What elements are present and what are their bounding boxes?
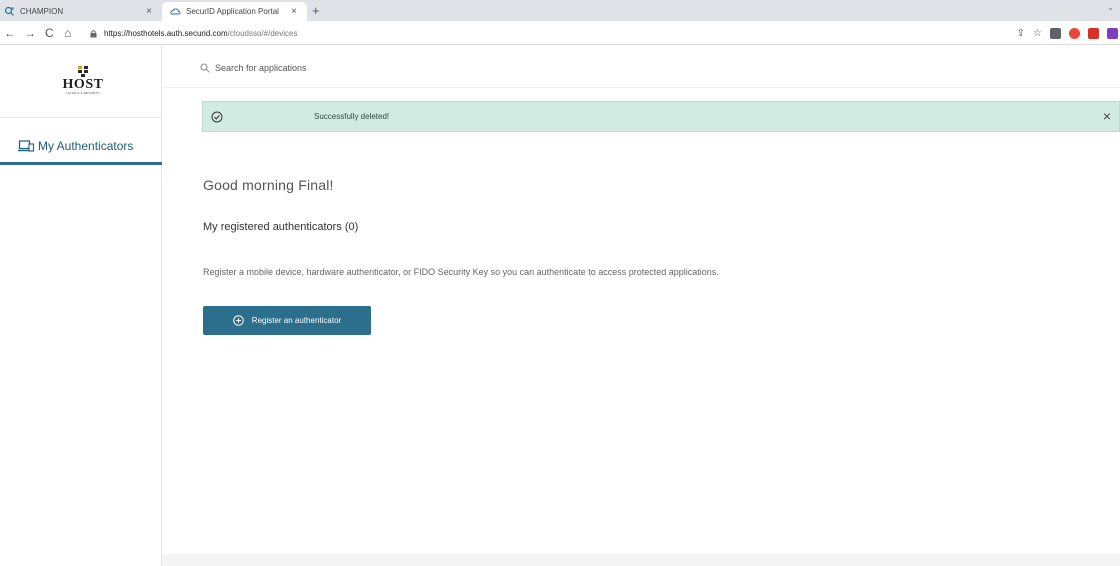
registered-authenticators-heading: My registered authenticators (0)	[203, 221, 359, 233]
logo-text: HOST	[62, 77, 104, 92]
alert-message: Successfully deleted!	[314, 112, 390, 121]
plus-circle-icon	[232, 315, 244, 326]
tab-title: CHAMPION	[20, 7, 64, 16]
search-bar[interactable]: Search for applications	[200, 63, 307, 73]
footer-bar	[162, 554, 1120, 566]
sidebar-item-label: My Authenticators	[38, 138, 134, 153]
host-logo-mark-icon	[78, 66, 88, 77]
main-content: Search for applications Successfully del…	[162, 45, 1120, 566]
check-circle-icon	[211, 111, 223, 122]
new-tab-button[interactable]: +	[312, 2, 320, 19]
tab-title: SecurID Application Portal	[186, 7, 279, 16]
host-logo[interactable]: HOST HOTELS & RESORTS	[58, 65, 108, 95]
tab-close-icon[interactable]: ×	[142, 6, 156, 17]
browser-address-bar: ← → C ⌂ https://hosthotels.auth.securid.…	[0, 21, 1120, 45]
search-favicon-icon	[4, 6, 15, 17]
forward-button[interactable]: →	[24, 25, 36, 41]
url-host: https://hosthotels.auth.securid.com	[104, 28, 228, 38]
header-divider	[162, 87, 1120, 88]
browser-tab-champion[interactable]: CHAMPION ×	[0, 2, 162, 21]
home-button[interactable]: ⌂	[64, 25, 71, 41]
sidebar-divider	[0, 117, 162, 118]
success-alert: Successfully deleted! ×	[202, 101, 1120, 132]
profile-extension-icon[interactable]	[1107, 27, 1118, 39]
sidebar: HOST HOTELS & RESORTS My Authenticators	[0, 45, 162, 566]
devices-icon	[18, 139, 34, 152]
pdf-icon[interactable]	[1088, 27, 1099, 39]
browser-tab-securid[interactable]: SecurID Application Portal ×	[162, 2, 307, 21]
adblock-icon[interactable]	[1069, 27, 1080, 39]
register-button-label: Register an authenticator	[251, 316, 342, 325]
url-field[interactable]: https://hosthotels.auth.securid.com/clou…	[89, 25, 989, 41]
back-button[interactable]: ←	[4, 25, 16, 41]
sidebar-item-my-authenticators[interactable]: My Authenticators	[0, 129, 162, 165]
cloud-favicon-icon	[170, 6, 181, 17]
url-path: /cloudsso/#/devices	[227, 28, 298, 38]
search-icon	[200, 63, 210, 73]
browser-extension-area: ⇪ ☆	[1017, 25, 1120, 41]
tab-close-icon[interactable]: ×	[287, 6, 301, 17]
search-input[interactable]: Search for applications	[215, 63, 307, 73]
extension-icon[interactable]	[1050, 27, 1061, 39]
greeting: Good morning Final!	[203, 177, 334, 193]
register-description: Register a mobile device, hardware authe…	[203, 267, 719, 277]
lock-icon	[90, 29, 97, 37]
register-authenticator-button[interactable]: Register an authenticator	[203, 306, 371, 335]
reload-button[interactable]: C	[45, 25, 54, 41]
share-icon[interactable]: ⇪	[1017, 28, 1025, 39]
tab-search-chevron-icon[interactable]: ⌄	[1107, 3, 1114, 12]
browser-tab-strip: CHAMPION × SecurID Application Portal × …	[0, 0, 1120, 21]
close-icon[interactable]: ×	[1103, 108, 1111, 124]
bookmark-star-icon[interactable]: ☆	[1033, 28, 1042, 39]
